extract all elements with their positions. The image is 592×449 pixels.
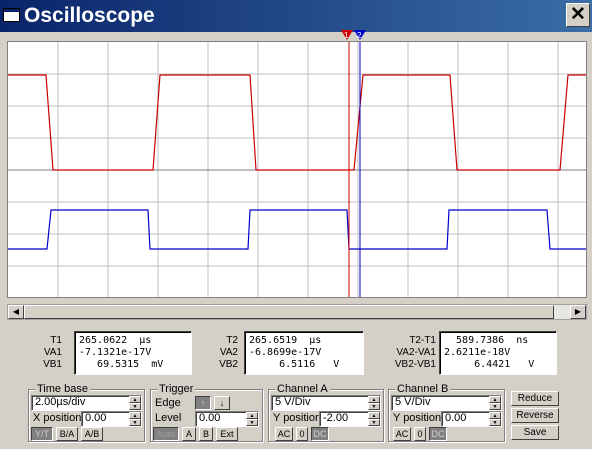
- spin-down-icon: ▼: [489, 419, 501, 426]
- timebase-group: Time base 2.00µs/div ▲ ▼ X position 0.00 …: [28, 383, 145, 442]
- channel-b-dc-button[interactable]: DC: [429, 427, 447, 441]
- dvb-value: 6.4421 V: [444, 359, 535, 370]
- channel-b-ypos-label: Y position: [393, 412, 442, 424]
- vb1-label: VB1: [43, 359, 62, 370]
- channel-b-zero-button[interactable]: 0: [414, 427, 426, 441]
- channel-b-scale-value: 5 V/Div: [395, 396, 431, 408]
- channel-a-scale-value: 5 V/Div: [275, 396, 311, 408]
- spin-down-icon: ▼: [368, 419, 380, 426]
- trigger-edge-label: Edge: [155, 397, 181, 409]
- spin-down-icon: ▼: [489, 403, 501, 410]
- spin-up-icon: ▲: [368, 396, 380, 403]
- channel-a-ypos-value: -2.00: [323, 412, 349, 424]
- scroll-left-icon[interactable]: ◀: [8, 305, 24, 319]
- timebase-xpos-value: 0.00: [85, 412, 107, 424]
- trigger-title: Trigger: [157, 383, 196, 395]
- spin-down-icon: ▼: [368, 403, 380, 410]
- dt-value: 589.7386 ns: [444, 335, 529, 346]
- horizontal-scrollbar[interactable]: ◀ ▶: [7, 304, 587, 320]
- yt-mode-button[interactable]: Y/T: [31, 427, 53, 441]
- dva-value: 2.6211e-18V: [444, 347, 511, 358]
- channel-a-ac-button[interactable]: AC: [275, 427, 293, 441]
- trigger-level-label: Level: [155, 412, 182, 424]
- reverse-button[interactable]: Reverse: [511, 408, 559, 423]
- spin-up-icon: ▲: [129, 396, 141, 403]
- scroll-thumb[interactable]: [24, 305, 554, 319]
- reduce-button[interactable]: Reduce: [511, 391, 559, 406]
- timebase-title: Time base: [35, 383, 90, 395]
- spin-up-icon: ▲: [368, 412, 380, 419]
- title-bar: Oscilloscope ✕: [0, 0, 592, 32]
- scroll-right-icon[interactable]: ▶: [570, 305, 586, 319]
- t2-label: T2: [226, 335, 238, 346]
- spin-up-icon: ▲: [246, 412, 258, 419]
- channel-b-scale-spinner[interactable]: 5 V/Div ▲ ▼: [391, 395, 502, 411]
- t1-label: T1: [50, 335, 62, 346]
- va1-label: VA1: [43, 347, 62, 358]
- cursor-readout-panel: T1 VA1 VB1 265.0622 µs -7.1321e-17V 69.5…: [26, 327, 566, 377]
- spin-down-icon: ▼: [129, 403, 141, 410]
- t1-value: 265.0622 µs: [79, 335, 152, 346]
- channel-a-dc-button[interactable]: DC: [311, 427, 329, 441]
- channel-b-ypos-value: 0.00: [445, 412, 467, 424]
- spin-up-icon: ▲: [489, 396, 501, 403]
- rising-edge-icon[interactable]: ↑: [195, 396, 211, 410]
- trigger-level-value: 0.00: [199, 412, 221, 424]
- ba-mode-button[interactable]: B/A: [56, 427, 78, 441]
- scope-display[interactable]: [7, 41, 587, 298]
- channel-a-ypos-label: Y position: [273, 412, 322, 424]
- dva-label: VA2-VA1: [396, 347, 436, 358]
- close-button[interactable]: ✕: [566, 3, 590, 27]
- dt-label: T2-T1: [409, 335, 436, 346]
- delta-readout-box: 589.7386 ns 2.6211e-18V 6.4421 V: [439, 331, 557, 375]
- timebase-xpos-label: X position: [33, 412, 82, 424]
- channel-a-scale-spinner[interactable]: 5 V/Div ▲ ▼: [271, 395, 381, 411]
- falling-edge-icon[interactable]: ↓: [214, 396, 230, 410]
- channel-a-group: Channel A 5 V/Div ▲ ▼ Y position -2.00 ▲ ▼…: [268, 383, 384, 442]
- t2-value: 265.6519 µs: [249, 335, 322, 346]
- spin-up-icon: ▲: [489, 412, 501, 419]
- cursor-1-readout-box: 265.0622 µs -7.1321e-17V 69.5315 mV: [74, 331, 192, 375]
- channel-a-title: Channel A: [275, 383, 330, 395]
- channel-b-ypos-spinner[interactable]: 0.00 ▲ ▼: [441, 411, 502, 427]
- ab-mode-button[interactable]: A/B: [81, 427, 103, 441]
- cursor-1-label: 1: [344, 31, 349, 40]
- va2-value: -6.8699e-17V: [249, 347, 322, 358]
- channel-b-ac-button[interactable]: AC: [393, 427, 411, 441]
- cursor-2-readout-box: 265.6519 µs -6.8699e-17V 6.5116 V: [244, 331, 364, 375]
- vb1-value: 69.5315 mV: [79, 359, 164, 370]
- window-title: Oscilloscope: [24, 4, 155, 27]
- trigger-b-button[interactable]: B: [199, 427, 213, 441]
- va1-value: -7.1321e-17V: [79, 347, 152, 358]
- trigger-group: Trigger Edge ↑ ↓ Level 0.00 ▲ ▼ Auto A B …: [150, 383, 263, 442]
- vb2-label: VB2: [219, 359, 238, 370]
- channel-b-trace: [8, 209, 586, 250]
- timebase-xpos-spinner[interactable]: 0.00 ▲ ▼: [81, 411, 142, 427]
- timebase-scale-spinner[interactable]: 2.00µs/div ▲ ▼: [31, 395, 142, 411]
- scope-graticule: [8, 42, 586, 297]
- trigger-ext-button[interactable]: Ext: [216, 427, 238, 441]
- trigger-level-spinner[interactable]: 0.00 ▲ ▼: [195, 411, 259, 427]
- trigger-a-button[interactable]: A: [182, 427, 196, 441]
- spin-down-icon: ▼: [129, 419, 141, 426]
- cursor-2-label: 2: [357, 31, 362, 40]
- trigger-auto-button[interactable]: Auto: [153, 427, 179, 441]
- channel-b-title: Channel B: [395, 383, 451, 395]
- save-button[interactable]: Save: [511, 425, 559, 440]
- oscilloscope-window-icon: [3, 8, 20, 22]
- cursor-markers[interactable]: 1 2: [341, 30, 369, 42]
- vb2-value: 6.5116 V: [249, 359, 340, 370]
- channel-a-trace: [8, 74, 586, 171]
- va2-label: VA2: [219, 347, 238, 358]
- channel-a-zero-button[interactable]: 0: [296, 427, 308, 441]
- timebase-scale-value: 2.00µs/div: [35, 396, 86, 408]
- channel-b-group: Channel B 5 V/Div ▲ ▼ Y position 0.00 ▲ ▼ …: [388, 383, 505, 442]
- spin-down-icon: ▼: [246, 419, 258, 426]
- spin-up-icon: ▲: [129, 412, 141, 419]
- channel-a-ypos-spinner[interactable]: -2.00 ▲ ▼: [319, 411, 381, 427]
- dvb-label: VB2-VB1: [394, 359, 436, 370]
